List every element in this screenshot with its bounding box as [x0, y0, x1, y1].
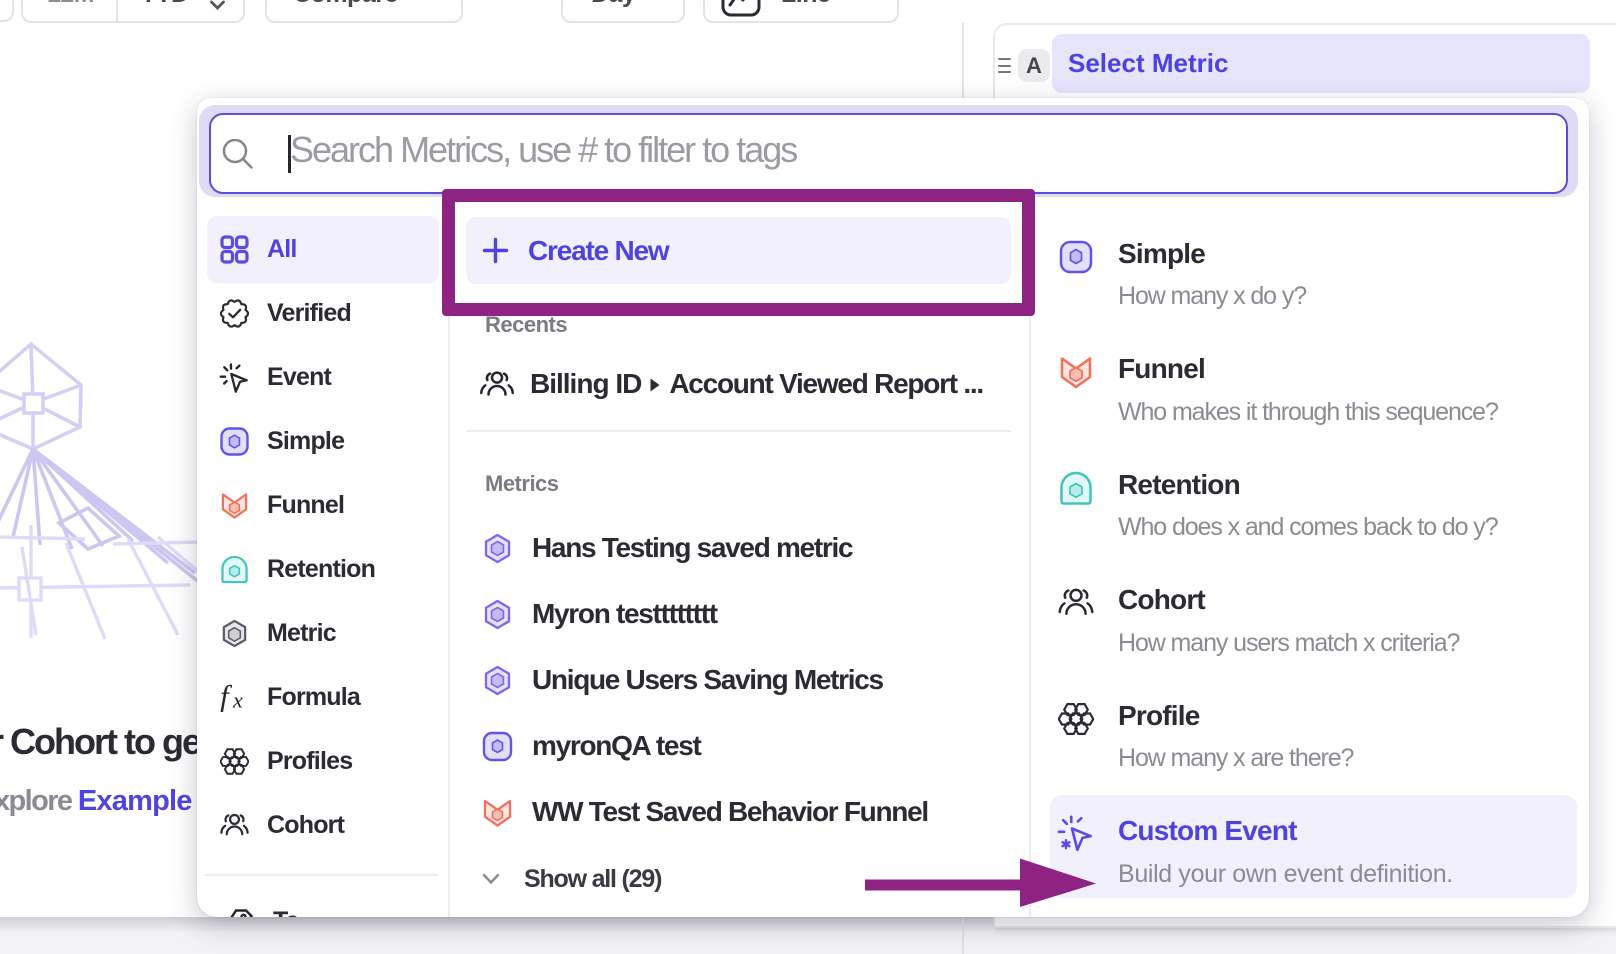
- svg-text:x: x: [232, 688, 243, 713]
- svg-text:f: f: [220, 683, 233, 712]
